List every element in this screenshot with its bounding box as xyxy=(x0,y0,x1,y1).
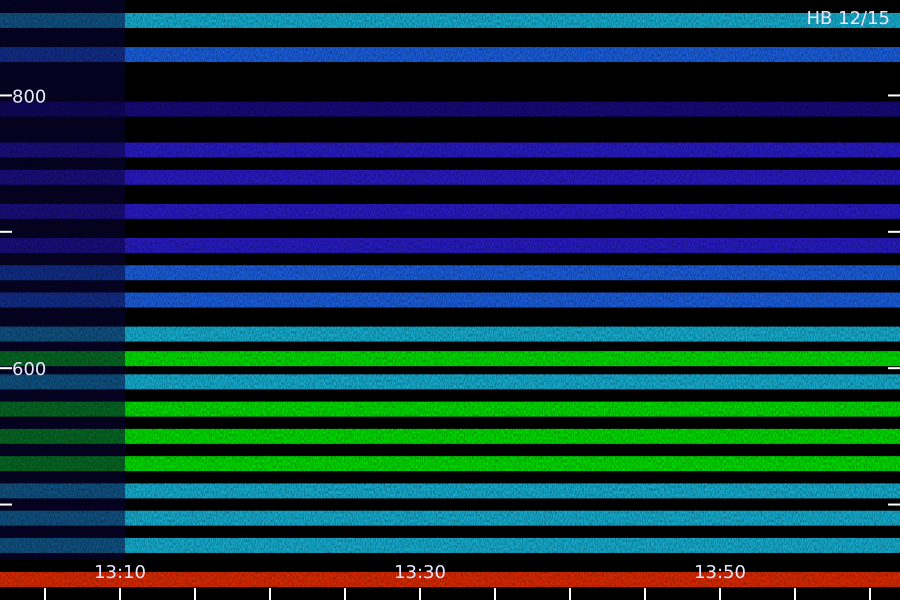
x-tick-label-1330: 13:30 xyxy=(394,562,446,583)
spectrogram-chart: 800 600 13:10 13:30 13:50 HB 12/15 xyxy=(0,0,900,600)
x-tick-label-1350: 13:50 xyxy=(694,562,746,583)
noise-texture xyxy=(0,0,900,600)
chart-title: HB 12/15 xyxy=(807,8,890,29)
x-tick-label-1310: 13:10 xyxy=(94,562,146,583)
y-tick-label-600: 600 xyxy=(12,359,46,380)
y-tick-label-800: 800 xyxy=(12,86,46,107)
